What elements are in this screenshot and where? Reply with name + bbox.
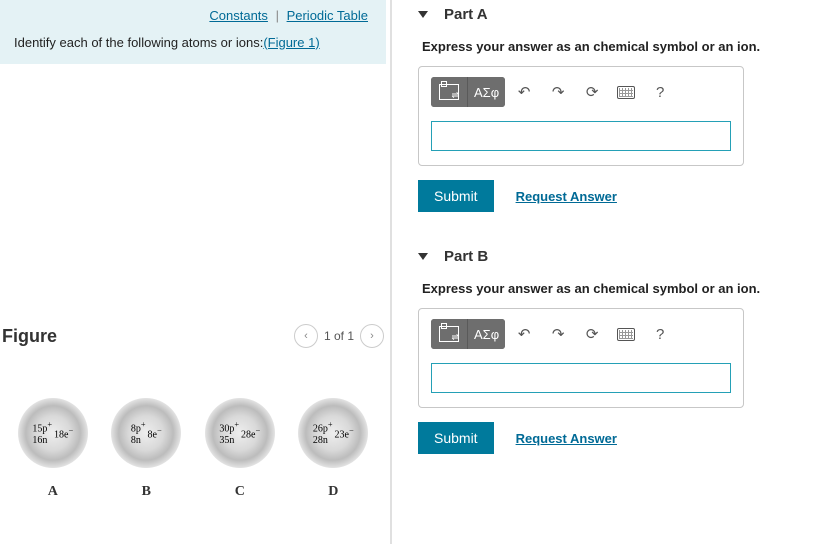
part-a-toolbar: ΑΣφ ↶ ↷ ⟳ ? <box>431 77 731 107</box>
undo-button[interactable]: ↶ <box>509 319 539 349</box>
greek-button[interactable]: ΑΣφ <box>467 77 505 107</box>
template-icon <box>439 84 459 100</box>
part-b-submit-button[interactable]: Submit <box>418 422 494 454</box>
part-a-request-answer-link[interactable]: Request Answer <box>516 189 617 204</box>
part-a-answer-input[interactable] <box>431 121 731 151</box>
greek-button[interactable]: ΑΣφ <box>467 319 505 349</box>
constants-link[interactable]: Constants <box>209 8 268 23</box>
atom-b-label: B <box>142 484 151 500</box>
atom-c-cloud: 30p+35n 28e− <box>205 398 275 468</box>
periodic-table-link[interactable]: Periodic Table <box>287 8 368 23</box>
prompt-text: Identify each of the following atoms or … <box>14 35 263 50</box>
figure-page-indicator: 1 of 1 <box>324 329 354 343</box>
part-a-submit-button[interactable]: Submit <box>418 180 494 212</box>
atom-a: 15p+16n 18e− A <box>18 398 88 500</box>
atom-c: 30p+35n 28e− C <box>205 398 275 500</box>
top-links: Constants | Periodic Table <box>0 0 386 25</box>
redo-button[interactable]: ↷ <box>543 77 573 107</box>
template-icon <box>439 326 459 342</box>
reset-button[interactable]: ⟳ <box>577 77 607 107</box>
atom-b-cloud: 8p+8n 8e− <box>111 398 181 468</box>
atom-d-cloud: 26p+28n 23e− <box>298 398 368 468</box>
collapse-icon[interactable] <box>418 253 428 260</box>
figure-ref-link[interactable]: (Figure 1) <box>263 35 319 50</box>
help-button[interactable]: ? <box>645 319 675 349</box>
templates-button[interactable] <box>431 319 467 349</box>
atom-c-label: C <box>235 484 245 500</box>
part-b-title: Part B <box>444 248 488 265</box>
atom-b: 8p+8n 8e− B <box>111 398 181 500</box>
collapse-icon[interactable] <box>418 11 428 18</box>
keyboard-icon <box>617 86 635 99</box>
part-a: Part A Express your answer as an chemica… <box>418 0 837 212</box>
part-b-instruction: Express your answer as an chemical symbo… <box>422 281 837 296</box>
question-prompt: Identify each of the following atoms or … <box>0 25 386 64</box>
figure-heading: Figure <box>2 326 57 347</box>
part-b-toolbar: ΑΣφ ↶ ↷ ⟳ ? <box>431 319 731 349</box>
part-a-input-box: ΑΣφ ↶ ↷ ⟳ ? <box>418 66 744 166</box>
help-button[interactable]: ? <box>645 77 675 107</box>
part-b: Part B Express your answer as an chemica… <box>418 242 837 454</box>
part-b-request-answer-link[interactable]: Request Answer <box>516 431 617 446</box>
figure-next-button[interactable]: › <box>360 324 384 348</box>
figure-content: 15p+16n 18e− A 8p+8n 8e− B 30p+35n 28e− … <box>0 398 386 500</box>
atom-d: 26p+28n 23e− D <box>298 398 368 500</box>
part-b-answer-input[interactable] <box>431 363 731 393</box>
part-a-title: Part A <box>444 6 488 23</box>
reset-button[interactable]: ⟳ <box>577 319 607 349</box>
keyboard-button[interactable] <box>611 319 641 349</box>
atom-d-label: D <box>328 484 338 500</box>
keyboard-icon <box>617 328 635 341</box>
part-a-instruction: Express your answer as an chemical symbo… <box>422 39 837 54</box>
keyboard-button[interactable] <box>611 77 641 107</box>
figure-pager: ‹ 1 of 1 › <box>294 324 384 348</box>
link-separator: | <box>276 8 279 23</box>
redo-button[interactable]: ↷ <box>543 319 573 349</box>
part-b-input-box: ΑΣφ ↶ ↷ ⟳ ? <box>418 308 744 408</box>
templates-button[interactable] <box>431 77 467 107</box>
figure-prev-button[interactable]: ‹ <box>294 324 318 348</box>
atom-a-cloud: 15p+16n 18e− <box>18 398 88 468</box>
atom-a-label: A <box>48 484 58 500</box>
undo-button[interactable]: ↶ <box>509 77 539 107</box>
